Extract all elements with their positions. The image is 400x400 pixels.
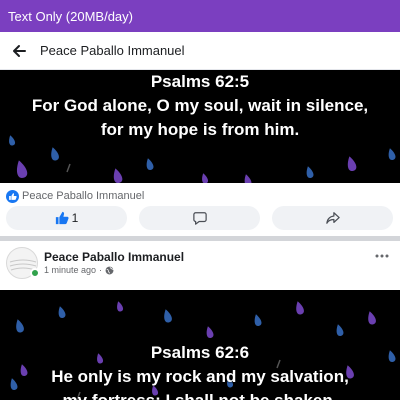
page-title: Peace Paballo Immanuel bbox=[40, 43, 185, 58]
post-author-name[interactable]: Peace Paballo Immanuel bbox=[22, 190, 144, 202]
comment-button[interactable] bbox=[139, 206, 260, 230]
post-author-row: Peace Paballo Immanuel bbox=[0, 186, 400, 206]
top-bar: Peace Paballo Immanuel bbox=[0, 32, 400, 70]
arrow-left-icon bbox=[13, 44, 26, 57]
verse-line: He only is my rock and my salvation, bbox=[51, 367, 349, 386]
rain-drop bbox=[146, 158, 154, 170]
globe-icon bbox=[105, 266, 114, 274]
rain-drop bbox=[117, 301, 124, 312]
comment-icon bbox=[192, 212, 207, 225]
rain-drop bbox=[51, 147, 59, 161]
rain-streak bbox=[66, 163, 71, 173]
rain-drop bbox=[16, 319, 24, 333]
data-mode-label: Text Only (20MB/day) bbox=[8, 8, 133, 24]
like-button[interactable]: 1 bbox=[6, 206, 127, 230]
post-timestamp[interactable]: 1 minute ago bbox=[44, 265, 96, 275]
more-horizontal-icon bbox=[375, 254, 389, 258]
rain-drop bbox=[306, 166, 314, 178]
verse-reference: Psalms 62:5 bbox=[150, 72, 250, 91]
post-author-name[interactable]: Peace Paballo Immanuel bbox=[44, 250, 184, 264]
rain-drop bbox=[254, 314, 262, 326]
online-status-icon bbox=[30, 268, 40, 278]
post-meta: 1 minute ago · bbox=[44, 265, 114, 275]
meta-separator: · bbox=[99, 265, 103, 275]
share-button[interactable] bbox=[272, 206, 393, 230]
verse-line: my fortress; I shall not be shaken. bbox=[0, 389, 400, 400]
reaction-like-icon bbox=[6, 189, 19, 203]
rain-drop bbox=[16, 160, 28, 178]
like-count: 1 bbox=[71, 211, 79, 225]
back-button[interactable] bbox=[8, 40, 30, 62]
more-options-button[interactable] bbox=[372, 249, 392, 263]
rain-drop bbox=[206, 326, 214, 338]
status-bar: Text Only (20MB/day) bbox=[0, 0, 400, 32]
rain-drop bbox=[113, 168, 123, 183]
post-header: Peace Paballo Immanuel 1 minute ago · bbox=[0, 241, 400, 290]
thumbs-up-icon bbox=[55, 211, 69, 225]
rain-drop bbox=[296, 301, 304, 315]
verse-line: For God alone, O my soul, wait in silenc… bbox=[31, 96, 369, 115]
rain-drop bbox=[388, 148, 396, 160]
rain-drop bbox=[347, 156, 357, 171]
rain-drop bbox=[164, 309, 172, 323]
rain-drop bbox=[368, 311, 376, 325]
rain-drop bbox=[244, 174, 252, 183]
post-image[interactable]: Psalms 62:6 He only is my rock and my sa… bbox=[0, 290, 400, 400]
post-actions: 1 bbox=[0, 206, 400, 232]
rain-drop bbox=[336, 324, 344, 336]
verse-text: Psalms 62:6 He only is my rock and my sa… bbox=[0, 341, 400, 400]
verse-line: for my hope is from him. bbox=[100, 120, 300, 139]
share-icon bbox=[325, 212, 340, 224]
rain-drop bbox=[202, 173, 209, 183]
post-image[interactable]: Psalms 62:5 For God alone, O my soul, wa… bbox=[0, 70, 400, 183]
verse-text: Psalms 62:5 For God alone, O my soul, wa… bbox=[0, 70, 400, 142]
rain-drop bbox=[58, 306, 66, 318]
verse-reference: Psalms 62:6 bbox=[150, 343, 250, 362]
